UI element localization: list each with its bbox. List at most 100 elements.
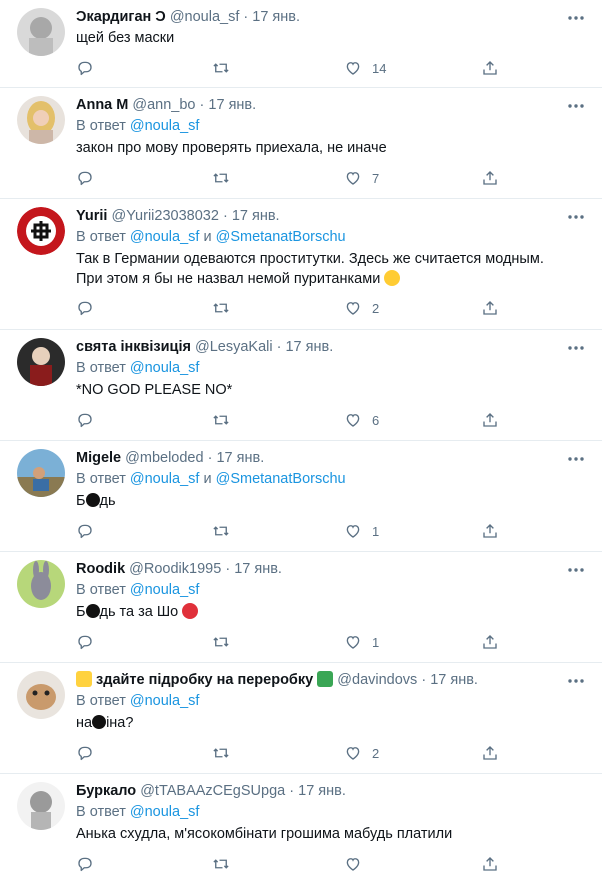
display-name[interactable]: свята інквізиція: [76, 339, 191, 355]
mention-link[interactable]: @noula_sf: [130, 360, 200, 376]
tweet-date[interactable]: 17 янв.: [430, 672, 478, 688]
tweet[interactable]: здайте підробку на переробку @davindovs …: [0, 663, 602, 774]
retweet-button[interactable]: [212, 520, 230, 542]
user-handle[interactable]: @Roodik1995: [129, 561, 221, 577]
tweet[interactable]: Migele @mbeloded · 17 янв. В ответ @noul…: [0, 441, 602, 552]
tweet[interactable]: свята інквізиція @LesyaKali · 17 янв. В …: [0, 330, 602, 441]
mention-link[interactable]: @noula_sf: [130, 229, 200, 245]
retweet-button[interactable]: [212, 853, 230, 875]
reply-icon: [78, 301, 92, 316]
tweet-date[interactable]: 17 янв.: [232, 208, 280, 224]
avatar[interactable]: [17, 560, 65, 608]
reply-button[interactable]: [76, 57, 94, 79]
separator-dot: ·: [222, 208, 228, 224]
display-name[interactable]: Roodik: [76, 561, 125, 577]
more-icon[interactable]: [566, 560, 586, 580]
display-name[interactable]: Буркало: [76, 783, 136, 799]
retweet-button[interactable]: [212, 57, 230, 79]
more-icon[interactable]: [566, 671, 586, 691]
reply-button[interactable]: [76, 409, 94, 431]
like-button[interactable]: 7: [344, 167, 379, 189]
tweet-date[interactable]: 17 янв.: [285, 339, 333, 355]
reply-context: В ответ @noula_sf: [76, 116, 199, 136]
tweet-text: Бдь: [76, 491, 116, 511]
tweet-text-line2: При этом я бы не назвал немой пуританкам…: [76, 269, 401, 289]
user-handle[interactable]: @LesyaKali: [195, 339, 273, 355]
tweet-text-end: дь: [99, 493, 116, 509]
display-name[interactable]: Ɔкардиган Ɔ: [76, 9, 166, 25]
retweet-button[interactable]: [212, 167, 230, 189]
tweet-date[interactable]: 17 янв.: [234, 561, 282, 577]
user-handle[interactable]: @tTABAAzCEgSUpga: [140, 783, 285, 799]
more-icon[interactable]: [566, 96, 586, 116]
more-icon[interactable]: [566, 8, 586, 28]
avatar[interactable]: [17, 207, 65, 255]
avatar[interactable]: [17, 671, 65, 719]
retweet-button[interactable]: [212, 631, 230, 653]
display-name[interactable]: здайте підробку на переробку: [96, 672, 313, 688]
avatar[interactable]: [17, 96, 65, 144]
display-name[interactable]: Anna M: [76, 97, 128, 113]
user-handle[interactable]: @mbeloded: [125, 450, 203, 466]
share-button[interactable]: [481, 742, 499, 764]
tweet-date[interactable]: 17 янв.: [252, 9, 300, 25]
avatar[interactable]: [17, 8, 65, 56]
like-count: 1: [372, 523, 380, 539]
like-button[interactable]: 1: [344, 520, 379, 542]
retweet-button[interactable]: [212, 742, 230, 764]
reply-button[interactable]: [76, 167, 94, 189]
mention-link[interactable]: @noula_sf: [130, 693, 200, 709]
share-button[interactable]: [481, 520, 499, 542]
retweet-button[interactable]: [212, 409, 230, 431]
user-handle[interactable]: @Yurii23038032: [111, 208, 218, 224]
display-name[interactable]: Migele: [76, 450, 121, 466]
avatar[interactable]: [17, 338, 65, 386]
more-icon[interactable]: [566, 338, 586, 358]
tweet-date[interactable]: 17 янв.: [216, 450, 264, 466]
tweet-actions: 7: [76, 167, 516, 189]
display-name[interactable]: Yurii: [76, 208, 107, 224]
like-button[interactable]: 2: [344, 297, 379, 319]
share-button[interactable]: [481, 167, 499, 189]
mention-link[interactable]: @SmetanatBorschu: [216, 471, 346, 487]
like-button[interactable]: 14: [344, 57, 386, 79]
avatar[interactable]: [17, 782, 65, 830]
user-handle[interactable]: @davindovs: [337, 672, 417, 688]
more-icon[interactable]: [566, 207, 586, 227]
share-button[interactable]: [481, 853, 499, 875]
like-button[interactable]: 2: [344, 742, 379, 764]
reply-button[interactable]: [76, 853, 94, 875]
reply-button[interactable]: [76, 742, 94, 764]
reply-button[interactable]: [76, 520, 94, 542]
tweet-date[interactable]: 17 янв.: [298, 783, 346, 799]
mention-link[interactable]: @SmetanatBorschu: [216, 229, 346, 245]
reply-button[interactable]: [76, 631, 94, 653]
tweet[interactable]: Ɔкардиган Ɔ @noula_sf · 17 янв. щей без …: [0, 0, 602, 88]
share-button[interactable]: [481, 631, 499, 653]
share-button[interactable]: [481, 57, 499, 79]
mention-link[interactable]: @noula_sf: [130, 804, 200, 820]
like-button[interactable]: 6: [344, 409, 379, 431]
retweet-icon: [213, 173, 229, 183]
share-button[interactable]: [481, 297, 499, 319]
like-button[interactable]: [344, 853, 372, 875]
user-handle[interactable]: @ann_bo: [132, 97, 195, 113]
tweet[interactable]: Anna M @ann_bo · 17 янв. В ответ @noula_…: [0, 88, 602, 199]
user-handle[interactable]: @noula_sf: [170, 9, 240, 25]
share-button[interactable]: [481, 409, 499, 431]
retweet-button[interactable]: [212, 297, 230, 319]
tweet[interactable]: Roodik @Roodik1995 · 17 янв. В ответ @no…: [0, 552, 602, 663]
more-icon[interactable]: [566, 449, 586, 469]
reply-button[interactable]: [76, 297, 94, 319]
tweet[interactable]: Буркало @tTABAAzCEgSUpga · 17 янв. В отв…: [0, 774, 602, 884]
mention-link[interactable]: @noula_sf: [130, 118, 200, 134]
tweet[interactable]: Yurii @Yurii23038032 · 17 янв. В ответ @…: [0, 199, 602, 330]
mention-link[interactable]: @noula_sf: [130, 582, 200, 598]
tweet-date[interactable]: 17 янв.: [208, 97, 256, 113]
tweet-text-end: дь та за Шо: [99, 604, 179, 620]
like-button[interactable]: 1: [344, 631, 379, 653]
separator-dot: ·: [289, 783, 295, 799]
mention-link[interactable]: @noula_sf: [130, 471, 200, 487]
tweet-text: щей без маски: [76, 30, 175, 46]
avatar[interactable]: [17, 449, 65, 497]
